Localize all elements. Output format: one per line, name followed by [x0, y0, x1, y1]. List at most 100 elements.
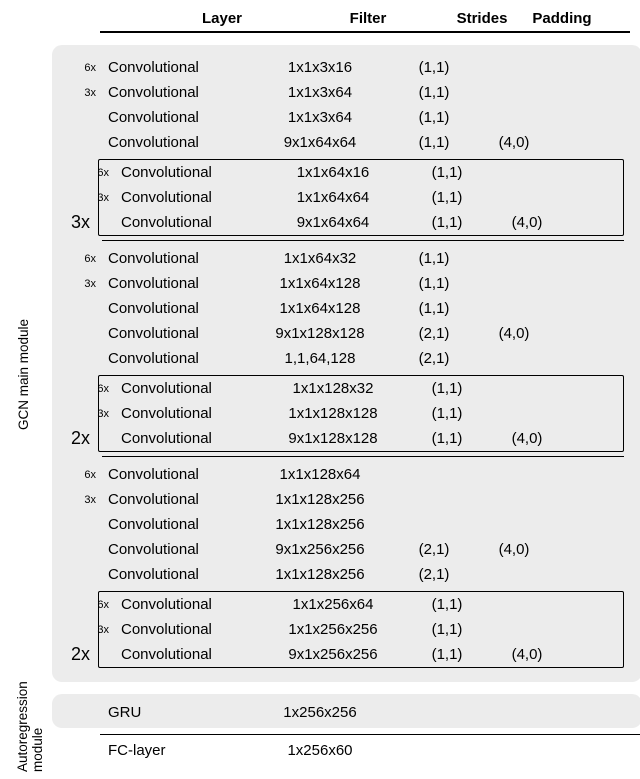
cell-filter: 1x1x128x32: [259, 380, 407, 397]
cell-layer: Convolutional: [115, 405, 259, 422]
table-row: Convolutional9x1x256x256(1,1)(4,0): [65, 642, 623, 667]
cell-filter: 1x1x3x64: [246, 84, 394, 101]
cell-layer: Convolutional: [115, 596, 259, 613]
cell-filter: 1x1x128x256: [246, 566, 394, 583]
table-row: 3xConvolutional1x1x256x256(1,1): [65, 617, 623, 642]
table-row: Convolutional1x1x128x256(2,1): [52, 562, 640, 587]
cell-strides: (1,1): [394, 275, 474, 292]
repeat-label: 6x: [65, 383, 115, 395]
rule: [100, 734, 640, 735]
group-boxed: 2x6xConvolutional1x1x256x64(1,1)3xConvol…: [98, 591, 624, 668]
cell-layer: Convolutional: [115, 380, 259, 397]
repeat-label: 6x: [52, 62, 102, 74]
fc-row-area: FC-layer1x256x60: [52, 738, 640, 763]
cell-strides: (2,1): [394, 350, 474, 367]
cell-filter: 1x256x256: [246, 704, 394, 721]
cell-layer: Convolutional: [102, 134, 246, 151]
cell-strides: (1,1): [407, 189, 487, 206]
group-top: 6xConvolutional1x1x3x16(1,1)3xConvolutio…: [52, 55, 640, 155]
table-row: 3xConvolutional1x1x3x64(1,1): [52, 80, 640, 105]
section-separator: [102, 456, 624, 457]
repeat-label: 6x: [65, 167, 115, 179]
table-row: Convolutional1x1x3x64(1,1): [52, 105, 640, 130]
cell-filter: 1x1x64x64: [259, 189, 407, 206]
cell-layer: Convolutional: [102, 275, 246, 292]
cell-layer: GRU: [102, 704, 246, 721]
block-multiplier: 2x: [71, 644, 90, 665]
cell-strides: (2,1): [394, 541, 474, 558]
cell-filter: 9x1x256x256: [259, 646, 407, 663]
header-strides: Strides: [442, 10, 522, 27]
table-row: FC-layer1x256x60: [52, 738, 640, 763]
cell-layer: Convolutional: [115, 621, 259, 638]
side-label-ar: Autoregressionmodule: [16, 681, 46, 772]
cell-strides: (1,1): [394, 59, 474, 76]
gcn-block: 6xConvolutional1x1x3x16(1,1)3xConvolutio…: [52, 45, 640, 682]
cell-layer: FC-layer: [102, 742, 246, 759]
cell-filter: 9x1x128x128: [246, 325, 394, 342]
repeat-label: 3x: [52, 278, 102, 290]
cell-filter: 1x256x60: [246, 742, 394, 759]
cell-strides: (1,1): [407, 621, 487, 638]
repeat-label: 3x: [65, 624, 115, 636]
cell-filter: 9x1x128x128: [259, 430, 407, 447]
cell-filter: 9x1x64x64: [259, 214, 407, 231]
table-row: 3xConvolutional1x1x64x128(1,1): [52, 271, 640, 296]
cell-filter: 9x1x64x64: [246, 134, 394, 151]
cell-filter: 1x1x3x64: [246, 109, 394, 126]
table-row: Convolutional1x1x128x256: [52, 512, 640, 537]
cell-filter: 1x1x256x256: [259, 621, 407, 638]
cell-filter: 1x1x64x128: [246, 300, 394, 317]
repeat-label: 6x: [52, 253, 102, 265]
cell-padding: (4,0): [487, 430, 567, 447]
cell-layer: Convolutional: [102, 541, 246, 558]
repeat-label: 6x: [65, 599, 115, 611]
cell-layer: Convolutional: [102, 300, 246, 317]
table-row: 6xConvolutional1x1x64x32(1,1): [52, 246, 640, 271]
group-top: 6xConvolutional1x1x128x643xConvolutional…: [52, 462, 640, 587]
cell-layer: Convolutional: [115, 214, 259, 231]
cell-strides: (2,1): [394, 566, 474, 583]
ar-block: GRU1x256x256: [52, 694, 640, 728]
table-row: 6xConvolutional1x1x3x16(1,1): [52, 55, 640, 80]
cell-filter: 1x1x128x128: [259, 405, 407, 422]
table-row: 3xConvolutional1x1x128x256: [52, 487, 640, 512]
cell-filter: 1x1x128x256: [246, 516, 394, 533]
cell-strides: (1,1): [407, 164, 487, 181]
cell-layer: Convolutional: [102, 566, 246, 583]
group-boxed: 3x6xConvolutional1x1x64x16(1,1)3xConvolu…: [98, 159, 624, 236]
cell-padding: (4,0): [487, 214, 567, 231]
cell-strides: (1,1): [394, 84, 474, 101]
cell-layer: Convolutional: [102, 325, 246, 342]
repeat-label: 3x: [65, 192, 115, 204]
cell-filter: 1x1x64x32: [246, 250, 394, 267]
table-row: Convolutional1,1,64,128(2,1): [52, 346, 640, 371]
cell-layer: Convolutional: [102, 109, 246, 126]
block-multiplier: 2x: [71, 428, 90, 449]
cell-layer: Convolutional: [102, 466, 246, 483]
cell-layer: Convolutional: [102, 84, 246, 101]
cell-layer: Convolutional: [115, 646, 259, 663]
cell-strides: (2,1): [394, 325, 474, 342]
cell-layer: Convolutional: [102, 350, 246, 367]
group-boxed: 2x6xConvolutional1x1x128x32(1,1)3xConvol…: [98, 375, 624, 452]
header-filter: Filter: [294, 10, 442, 27]
table-row: Convolutional9x1x64x64(1,1)(4,0): [65, 210, 623, 235]
cell-layer: Convolutional: [102, 250, 246, 267]
cell-strides: (1,1): [407, 405, 487, 422]
cell-strides: (1,1): [394, 109, 474, 126]
repeat-label: 6x: [52, 469, 102, 481]
side-label-gcn: GCN main module: [16, 319, 31, 430]
cell-filter: 1x1x64x128: [246, 275, 394, 292]
cell-strides: (1,1): [394, 250, 474, 267]
table-row: GRU1x256x256: [52, 700, 640, 725]
repeat-label: 3x: [52, 87, 102, 99]
cell-strides: (1,1): [407, 596, 487, 613]
cell-strides: (1,1): [407, 430, 487, 447]
cell-strides: (1,1): [394, 134, 474, 151]
table-row: 3xConvolutional1x1x64x64(1,1): [65, 185, 623, 210]
section-separator: [102, 240, 624, 241]
block-multiplier: 3x: [71, 212, 90, 233]
cell-layer: Convolutional: [115, 164, 259, 181]
cell-padding: (4,0): [474, 541, 554, 558]
